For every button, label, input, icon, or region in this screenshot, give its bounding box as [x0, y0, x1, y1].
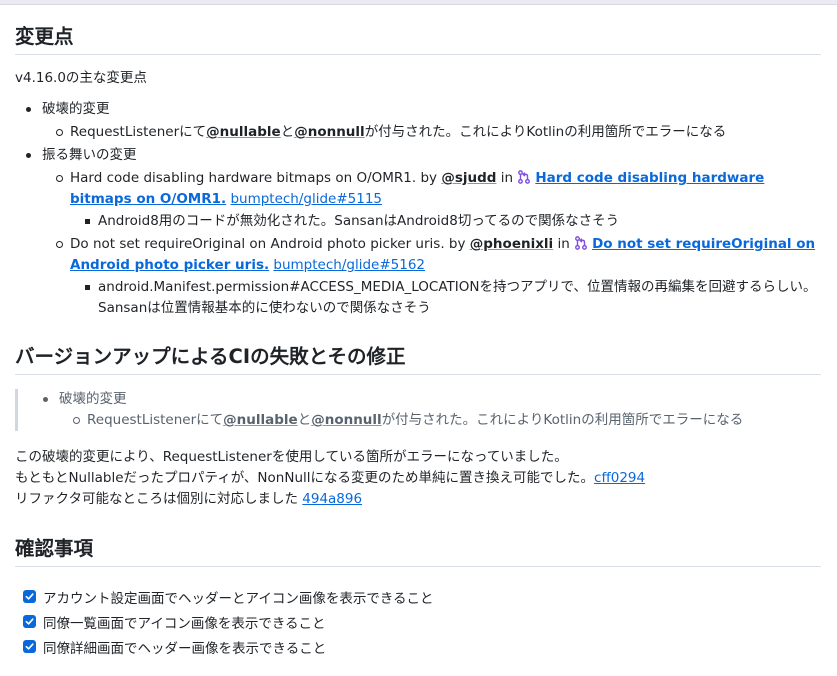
- mention-nonnull[interactable]: @nonnull: [311, 412, 381, 428]
- list-item: android.Manifest.permission#ACCESS_MEDIA…: [70, 277, 821, 319]
- changes-list: 破壊的変更 RequestListenerにて@nullableと@nonnul…: [15, 99, 821, 319]
- list-item: Hard code disabling hardware bitmaps on …: [42, 168, 821, 232]
- list-item: 破壊的変更 RequestListenerにて@nullableと@nonnul…: [32, 389, 821, 431]
- list-item: Do not set requireOriginal on Android ph…: [42, 234, 821, 319]
- list-item: Android8用のコードが無効化された。SansanはAndroid8切ってる…: [70, 211, 821, 232]
- task-list: アカウント設定画面でヘッダーとアイコン画像を表示できること 同僚一覧画面でアイコ…: [15, 584, 821, 659]
- commit-link-494a896[interactable]: 494a896: [302, 491, 362, 507]
- pr-ref-5162[interactable]: bumptech/glide#5162: [273, 257, 425, 273]
- list-item-breaking-change: 破壊的変更 RequestListenerにて@nullableと@nonnul…: [15, 99, 821, 143]
- task-label: アカウント設定画面でヘッダーとアイコン画像を表示できること: [43, 590, 434, 607]
- task-item: アカウント設定画面でヘッダーとアイコン画像を表示できること: [15, 584, 821, 609]
- task-item: 同僚詳細画面でヘッダー画像を表示できること: [15, 634, 821, 659]
- list-item: RequestListenerにて@nullableと@nonnullが付与され…: [42, 122, 821, 143]
- ci-paragraph: この破壊的変更により、RequestListenerを使用している箇所がエラーに…: [15, 449, 646, 507]
- commit-link-cff0294[interactable]: cff0294: [594, 470, 645, 486]
- pull-request-icon: [517, 170, 531, 184]
- heading-changes: 変更点: [15, 20, 821, 55]
- heading-check: 確認事項: [15, 532, 821, 567]
- breaking-change-label: 破壊的変更: [42, 101, 110, 117]
- checkbox-checked[interactable]: [23, 615, 36, 628]
- markdown-body: 変更点 v4.16.0の主な変更点 破壊的変更 RequestListenerに…: [15, 4, 821, 659]
- quote-block: 破壊的変更 RequestListenerにて@nullableと@nonnul…: [15, 389, 821, 431]
- task-label: 同僚一覧画面でアイコン画像を表示できること: [43, 615, 326, 632]
- pr-ref-5115[interactable]: bumptech/glide#5115: [230, 191, 382, 207]
- mention-nullable[interactable]: @nullable: [206, 124, 281, 140]
- list-item: RequestListenerにて@nullableと@nonnullが付与され…: [59, 410, 821, 431]
- heading-ci: バージョンアップによるCIの失敗とその修正: [15, 340, 821, 375]
- checkbox-checked[interactable]: [23, 590, 36, 603]
- pull-request-icon: [574, 236, 588, 250]
- task-label: 同僚詳細画面でヘッダー画像を表示できること: [43, 640, 327, 657]
- mention-nullable[interactable]: @nullable: [223, 412, 298, 428]
- task-item: 同僚一覧画面でアイコン画像を表示できること: [15, 609, 821, 634]
- list-item-behavior-change: 振る舞いの変更 Hard code disabling hardware bit…: [15, 145, 821, 319]
- mention-nonnull[interactable]: @nonnull: [294, 124, 364, 140]
- mention-sjudd[interactable]: @sjudd: [441, 170, 496, 186]
- mention-phoenixli[interactable]: @phoenixli: [470, 236, 553, 252]
- checkbox-checked[interactable]: [23, 640, 36, 653]
- behavior-change-label: 振る舞いの変更: [42, 147, 137, 163]
- changes-intro: v4.16.0の主な変更点: [15, 70, 147, 86]
